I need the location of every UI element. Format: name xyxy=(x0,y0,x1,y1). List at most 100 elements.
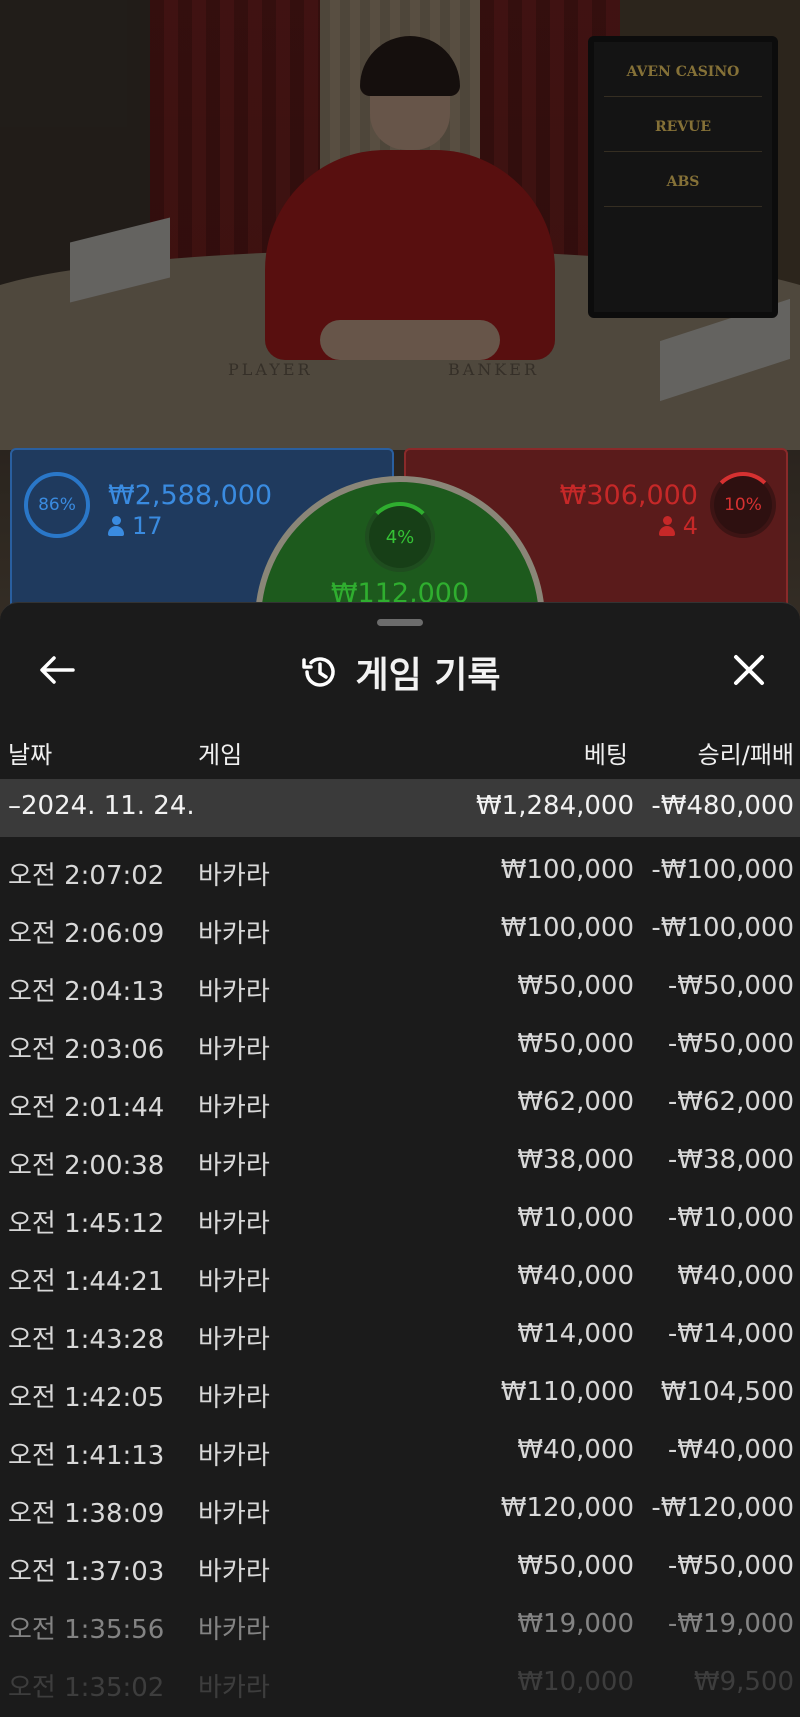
column-win-loss: 승리/패배 xyxy=(697,741,794,769)
row-time: 오전 1:43:28 xyxy=(8,1325,165,1355)
row-bet: ₩100,000 xyxy=(500,855,634,885)
row-bet: ₩50,000 xyxy=(517,971,634,1001)
row-time: 오전 2:06:09 xyxy=(8,919,165,949)
row-game: 바카라 xyxy=(198,1325,270,1355)
row-time: 오전 2:01:44 xyxy=(8,1093,165,1123)
table-row[interactable]: 오전 1:43:28 바카라 ₩14,000 -₩14,000 xyxy=(0,1301,800,1359)
column-bet: 베팅 xyxy=(583,741,628,769)
summary-bet: ₩1,284,000 xyxy=(475,791,634,821)
page-title: 게임 기록 xyxy=(355,655,501,696)
row-game: 바카라 xyxy=(198,1151,270,1181)
row-win-loss: -₩100,000 xyxy=(651,913,794,943)
summary-date: –2024. 11. 24. xyxy=(8,791,195,821)
row-win-loss: -₩62,000 xyxy=(667,1087,794,1117)
row-time: 오전 1:42:05 xyxy=(8,1383,165,1413)
table-row[interactable]: 오전 1:42:05 바카라 ₩110,000 ₩104,500 xyxy=(0,1359,800,1417)
row-game: 바카라 xyxy=(198,1557,270,1587)
row-time: 오전 1:37:03 xyxy=(8,1557,165,1587)
row-win-loss: -₩40,000 xyxy=(667,1435,794,1465)
game-history-sheet: 게임 기록 날짜 게임 베팅 승리/패배 –2024. 11. 24. ₩1,2… xyxy=(0,602,800,1717)
row-time: 오전 1:35:56 xyxy=(8,1615,165,1645)
table-row[interactable]: 오전 1:37:03 바카라 ₩50,000 -₩50,000 xyxy=(0,1533,800,1591)
table-row[interactable]: 오전 1:41:13 바카라 ₩40,000 -₩40,000 xyxy=(0,1417,800,1475)
row-game: 바카라 xyxy=(198,1035,270,1065)
row-win-loss: -₩19,000 xyxy=(667,1609,794,1639)
row-win-loss: ₩104,500 xyxy=(660,1377,794,1407)
history-list: 오전 2:07:02 바카라 ₩100,000 -₩100,000 오전 2:0… xyxy=(0,837,800,1707)
row-win-loss: -₩38,000 xyxy=(667,1145,794,1175)
close-button[interactable] xyxy=(724,645,774,695)
table-row[interactable]: 오전 1:45:12 바카라 ₩10,000 -₩10,000 xyxy=(0,1185,800,1243)
row-win-loss: -₩100,000 xyxy=(651,855,794,885)
table-row[interactable]: 오전 2:04:13 바카라 ₩50,000 -₩50,000 xyxy=(0,953,800,1011)
row-time: 오전 2:07:02 xyxy=(8,861,165,891)
row-bet: ₩120,000 xyxy=(500,1493,634,1523)
drag-handle[interactable] xyxy=(377,619,423,626)
row-time: 오전 1:41:13 xyxy=(8,1441,165,1471)
banker-bettor-number: 4 xyxy=(682,512,698,540)
table-row[interactable]: 오전 1:44:21 바카라 ₩40,000 ₩40,000 xyxy=(0,1243,800,1301)
row-bet: ₩40,000 xyxy=(517,1435,634,1465)
row-win-loss: -₩50,000 xyxy=(667,1551,794,1581)
row-time: 오전 1:45:12 xyxy=(8,1209,165,1239)
row-bet: ₩110,000 xyxy=(500,1377,634,1407)
row-win-loss: -₩10,000 xyxy=(667,1203,794,1233)
row-game: 바카라 xyxy=(198,919,270,949)
row-game: 바카라 xyxy=(198,1267,270,1297)
table-row[interactable]: 오전 1:38:09 바카라 ₩120,000 -₩120,000 xyxy=(0,1475,800,1533)
row-time: 오전 2:04:13 xyxy=(8,977,165,1007)
row-win-loss: -₩14,000 xyxy=(667,1319,794,1349)
table-header: 날짜 게임 베팅 승리/패배 xyxy=(0,723,800,769)
banker-bettor-count: 4 xyxy=(658,512,698,540)
row-bet: ₩14,000 xyxy=(517,1319,634,1349)
column-game: 게임 xyxy=(198,741,243,769)
date-summary-row[interactable]: –2024. 11. 24. ₩1,284,000 -₩480,000 xyxy=(0,779,800,837)
tie-percent-ring: 4% xyxy=(365,502,435,572)
row-bet: ₩10,000 xyxy=(517,1667,634,1697)
table-row[interactable]: 오전 2:07:02 바카라 ₩100,000 -₩100,000 xyxy=(0,837,800,895)
history-clock-icon xyxy=(302,657,336,687)
summary-win-loss: -₩480,000 xyxy=(651,791,794,821)
table-row[interactable]: 오전 2:00:38 바카라 ₩38,000 -₩38,000 xyxy=(0,1127,800,1185)
row-time: 오전 2:00:38 xyxy=(8,1151,165,1181)
row-bet: ₩38,000 xyxy=(517,1145,634,1175)
table-row[interactable]: 오전 2:01:44 바카라 ₩62,000 -₩62,000 xyxy=(0,1069,800,1127)
row-time: 오전 1:35:02 xyxy=(8,1673,165,1703)
row-win-loss: -₩50,000 xyxy=(667,1029,794,1059)
person-icon xyxy=(108,516,124,536)
row-time: 오전 1:38:09 xyxy=(8,1499,165,1529)
player-percent-ring: 86% xyxy=(24,472,90,538)
row-bet: ₩19,000 xyxy=(517,1609,634,1639)
player-bettor-number: 17 xyxy=(132,512,163,540)
table-row[interactable]: 오전 2:06:09 바카라 ₩100,000 -₩100,000 xyxy=(0,895,800,953)
row-game: 바카라 xyxy=(198,1615,270,1645)
row-win-loss: -₩50,000 xyxy=(667,971,794,1001)
row-bet: ₩62,000 xyxy=(517,1087,634,1117)
row-time: 오전 2:03:06 xyxy=(8,1035,165,1065)
row-game: 바카라 xyxy=(198,1383,270,1413)
banker-bet-amount: ₩306,000 xyxy=(559,480,698,511)
row-bet: ₩50,000 xyxy=(517,1551,634,1581)
sheet-header: 게임 기록 xyxy=(0,647,800,697)
player-bettor-count: 17 xyxy=(108,512,163,540)
close-x-icon xyxy=(734,655,764,685)
row-game: 바카라 xyxy=(198,1673,270,1703)
table-row[interactable]: 오전 1:35:56 바카라 ₩19,000 -₩19,000 xyxy=(0,1591,800,1649)
row-win-loss: ₩40,000 xyxy=(677,1261,794,1291)
row-game: 바카라 xyxy=(198,861,270,891)
row-bet: ₩40,000 xyxy=(517,1261,634,1291)
row-game: 바카라 xyxy=(198,977,270,1007)
row-bet: ₩50,000 xyxy=(517,1029,634,1059)
row-game: 바카라 xyxy=(198,1499,270,1529)
table-row[interactable]: 오전 1:35:02 바카라 ₩10,000 ₩9,500 xyxy=(0,1649,800,1707)
person-icon xyxy=(658,516,675,536)
row-win-loss: ₩9,500 xyxy=(693,1667,794,1697)
table-row[interactable]: 오전 2:03:06 바카라 ₩50,000 -₩50,000 xyxy=(0,1011,800,1069)
row-game: 바카라 xyxy=(198,1441,270,1471)
row-win-loss: -₩120,000 xyxy=(651,1493,794,1523)
banker-percent-ring: 10% xyxy=(710,472,776,538)
player-bet-amount: ₩2,588,000 xyxy=(108,480,273,511)
row-bet: ₩10,000 xyxy=(517,1203,634,1233)
row-time: 오전 1:44:21 xyxy=(8,1267,165,1297)
row-bet: ₩100,000 xyxy=(500,913,634,943)
